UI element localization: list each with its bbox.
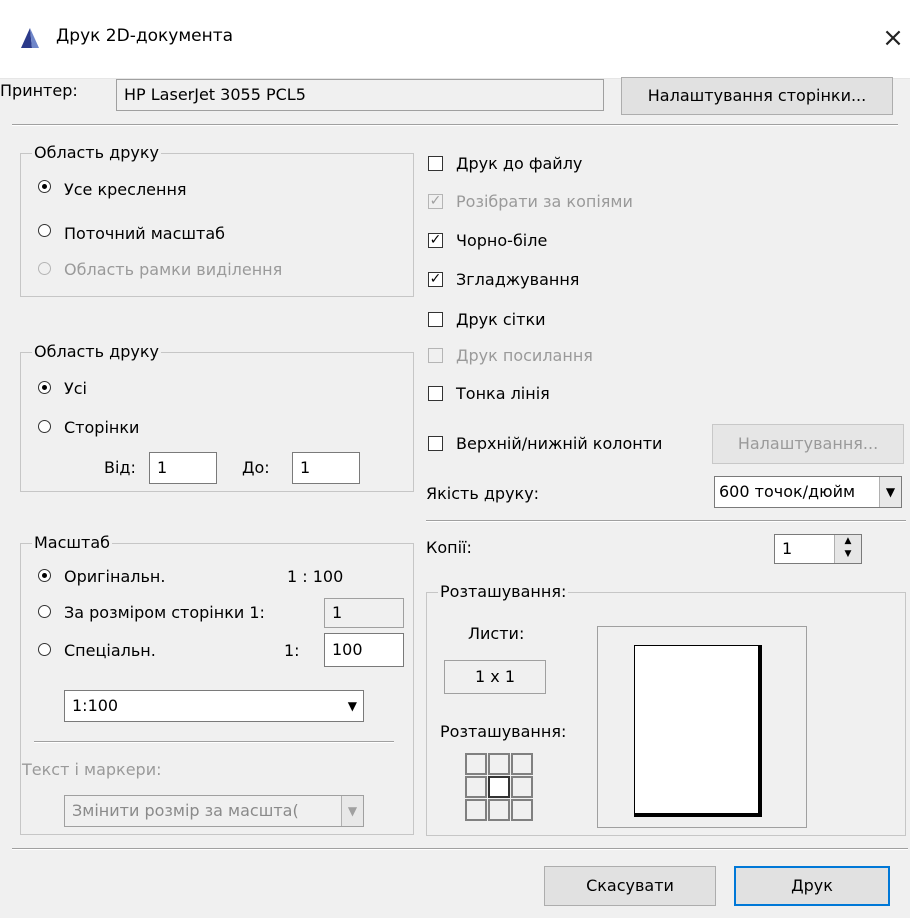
chevron-down-icon: ▼ — [347, 699, 357, 713]
text-markers-value: Змінити розмір за масшта( — [72, 801, 299, 820]
sheets-label: Листи: — [468, 624, 525, 643]
custom-scale-input[interactable]: 100 — [324, 633, 404, 667]
separator — [12, 848, 908, 850]
printer-name-field: HP LaserJet 3055 PCL5 — [116, 79, 604, 111]
from-input[interactable]: 1 — [149, 452, 217, 484]
checkbox-collate-label: Розібрати за копіями — [456, 192, 633, 211]
checkbox-thin-line[interactable] — [428, 386, 443, 401]
checkbox-black-white[interactable]: ✓ — [428, 233, 443, 248]
separator — [12, 124, 898, 126]
separator — [426, 520, 906, 522]
copies-value: 1 — [782, 539, 793, 558]
radio-all-pages-label[interactable]: Усі — [64, 379, 87, 398]
checkbox-black-white-label[interactable]: Чорно-біле — [456, 231, 547, 250]
radio-whole-drawing[interactable] — [38, 180, 51, 193]
print-quality-select[interactable]: 600 точок/дюйм ▼ — [714, 476, 902, 508]
app-logo-icon — [21, 28, 39, 48]
checkbox-antialiasing-label[interactable]: Згладжування — [456, 270, 579, 289]
radio-custom-scale[interactable] — [38, 643, 51, 656]
placement-grid-icon[interactable] — [464, 752, 536, 824]
custom-scale-prefix: 1: — [284, 641, 300, 660]
scale-preset-value: 1:100 — [72, 696, 119, 715]
sheets-field: 1 x 1 — [444, 660, 546, 694]
copies-spinner[interactable]: 1 ▲ ▼ — [774, 534, 862, 564]
checkbox-print-to-file[interactable] — [428, 156, 443, 171]
page-range-legend: Область друку — [32, 342, 161, 361]
radio-selection-frame-label: Область рамки виділення — [64, 260, 283, 279]
checkbox-print-grid-label[interactable]: Друк сітки — [456, 310, 546, 329]
chevron-down-icon: ▼ — [879, 477, 901, 507]
checkbox-antialiasing[interactable]: ✓ — [428, 272, 443, 287]
radio-current-scale[interactable] — [38, 224, 51, 237]
placement-label: Розташування: — [440, 722, 567, 741]
to-label: До: — [242, 458, 270, 477]
print-button[interactable]: Друк — [734, 866, 890, 906]
checkbox-print-to-file-label[interactable]: Друк до файлу — [456, 154, 582, 173]
text-markers-label: Текст і маркери: — [22, 760, 162, 779]
header-footer-settings-button: Налаштування... — [712, 424, 904, 464]
scale-legend: Масштаб — [32, 533, 113, 552]
print-quality-label: Якість друку: — [426, 484, 540, 503]
checkbox-header-footer[interactable] — [428, 436, 443, 451]
radio-original-scale-label[interactable]: Оригінальн. — [64, 567, 165, 586]
cancel-button[interactable]: Скасувати — [544, 866, 716, 906]
checkbox-print-reference — [428, 348, 443, 363]
close-icon[interactable]: × — [876, 18, 910, 58]
spinner-arrows-icon[interactable]: ▲ ▼ — [834, 535, 861, 563]
print-quality-value: 600 точок/дюйм — [719, 482, 856, 501]
chevron-down-icon: ▼ — [341, 796, 363, 826]
radio-fit-page[interactable] — [38, 605, 51, 618]
copies-label: Копії: — [426, 538, 472, 557]
separator — [34, 741, 394, 743]
layout-legend: Розташування: — [438, 582, 569, 601]
print-area-legend: Область друку — [32, 143, 161, 162]
radio-pages-label[interactable]: Сторінки — [64, 418, 139, 437]
radio-all-pages[interactable] — [38, 381, 51, 394]
checkbox-header-footer-label[interactable]: Верхній/нижній колонти — [456, 434, 708, 453]
radio-selection-frame — [38, 262, 51, 275]
radio-current-scale-label[interactable]: Поточний масштаб — [64, 224, 225, 243]
from-label: Від: — [104, 458, 136, 477]
checkbox-thin-line-label[interactable]: Тонка лінія — [456, 384, 550, 403]
page-preview-sheet — [634, 645, 762, 817]
radio-pages[interactable] — [38, 420, 51, 433]
to-input[interactable]: 1 — [292, 452, 360, 484]
original-scale-value: 1 : 100 — [287, 567, 344, 586]
checkbox-print-reference-label: Друк посилання — [456, 346, 593, 365]
checkbox-collate: ✓ — [428, 193, 443, 209]
scale-preset-select[interactable]: 1:100 ▼ — [64, 690, 364, 722]
radio-fit-page-label[interactable]: За розміром сторінки 1: — [64, 603, 265, 622]
printer-label: Принтер: — [0, 81, 78, 100]
radio-custom-scale-label[interactable]: Спеціальн. — [64, 641, 156, 660]
page-setup-button[interactable]: Налаштування сторінки... — [621, 77, 893, 115]
text-markers-select: Змінити розмір за масшта( ▼ — [64, 795, 364, 827]
radio-original-scale[interactable] — [38, 569, 51, 582]
radio-whole-drawing-label[interactable]: Усе креслення — [64, 180, 187, 199]
window-title: Друк 2D-документа — [56, 26, 234, 46]
fit-scale-field: 1 — [324, 598, 404, 628]
scale-group — [20, 543, 414, 835]
checkbox-print-grid[interactable] — [428, 312, 443, 327]
page-preview-area — [597, 626, 807, 828]
